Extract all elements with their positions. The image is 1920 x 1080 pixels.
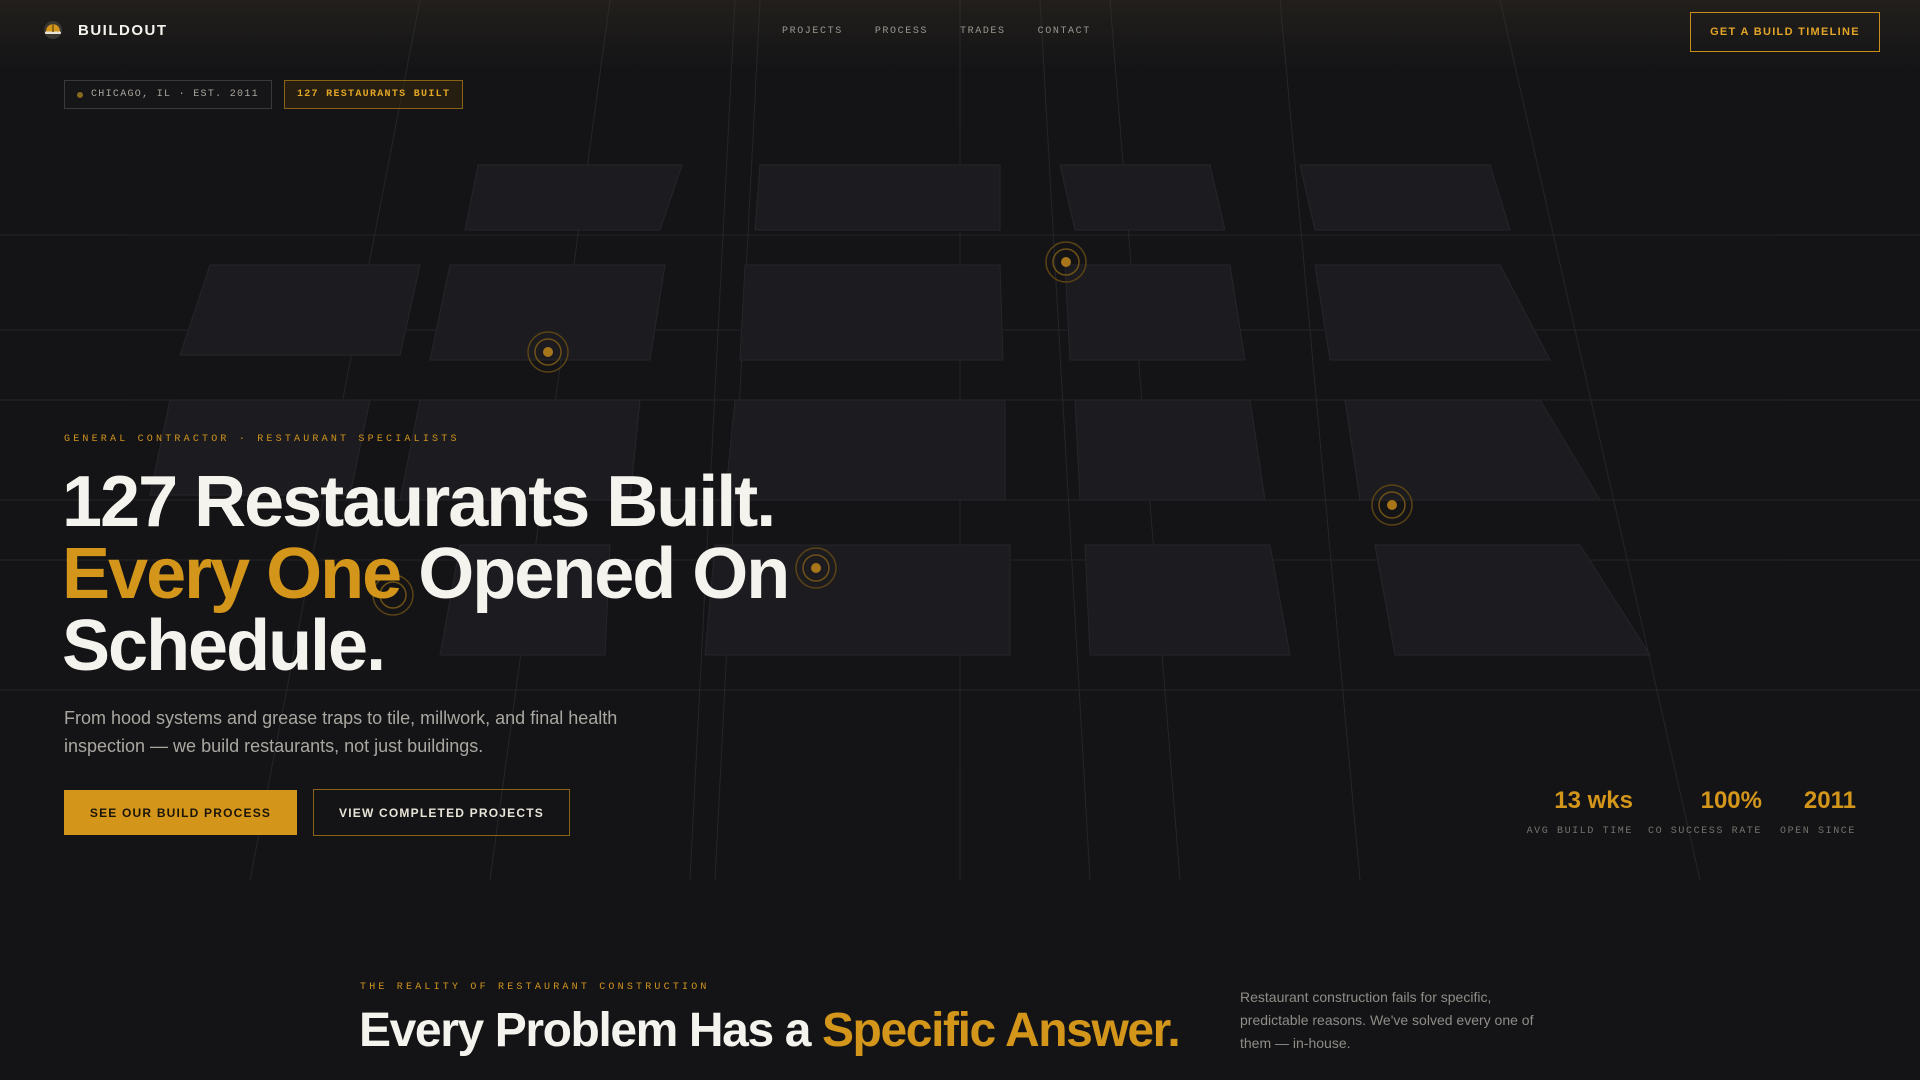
see-build-process-button[interactable]: SEE OUR BUILD PROCESS (64, 790, 297, 835)
brand-name: BUILDOUT (78, 21, 168, 39)
nav-link-process[interactable]: PROCESS (875, 26, 928, 37)
stat-value: 2011 (1803, 787, 1856, 814)
stat-open-since: 2011 OPEN SINCE (1780, 786, 1856, 837)
location-pin-marker-icon (1371, 484, 1413, 526)
nav-link-trades[interactable]: TRADES (960, 26, 1006, 37)
stat-value: 100% (1700, 787, 1762, 814)
get-build-timeline-button[interactable]: GET A BUILD TIMELINE (1690, 12, 1880, 52)
section-description: Restaurant construction fails for specif… (1240, 989, 1534, 1051)
headline-line-1: 127 Restaurants Built. (62, 462, 776, 542)
hero-headline: 127 Restaurants Built. Every One Opened … (62, 466, 962, 682)
section-title: Every Problem Has a Specific Answer. (359, 1004, 1259, 1058)
status-dot-icon (77, 91, 83, 98)
stat-label: CO SUCCESS RATE (1647, 826, 1762, 837)
stat-co-success-rate: 100% CO SUCCESS RATE (1648, 786, 1762, 837)
headline-line-3: Schedule. (62, 606, 386, 686)
headline-line-2: Opened On (400, 534, 790, 614)
stat-label: OPEN SINCE (1779, 826, 1856, 837)
restaurants-count-label: 127 RESTAURANTS BUILT (296, 89, 451, 100)
top-nav: BUILDOUT PROJECTS PROCESS TRADES CONTACT… (0, 0, 1920, 64)
hero-badges: CHICAGO, IL · EST. 2011 127 RESTAURANTS … (64, 80, 464, 109)
location-badge: CHICAGO, IL · EST. 2011 (64, 80, 272, 109)
hard-hat-logo-icon (44, 21, 62, 39)
section-title-start: Every Problem Has a (359, 1004, 822, 1057)
nav-link-contact[interactable]: CONTACT (1038, 26, 1091, 37)
headline-accent: Every One (62, 534, 402, 614)
nav-links: PROJECTS PROCESS TRADES CONTACT (782, 26, 1091, 37)
view-completed-projects-button[interactable]: VIEW COMPLETED PROJECTS (313, 789, 570, 836)
restaurants-count-badge: 127 RESTAURANTS BUILT (283, 80, 464, 109)
stat-label: AVG BUILD TIME (1526, 826, 1633, 837)
location-pin-marker-icon (527, 331, 569, 373)
stat-value: 13 wks (1554, 787, 1633, 814)
location-badge-label: CHICAGO, IL · EST. 2011 (91, 89, 259, 100)
section-eyebrow: THE REALITY OF RESTAURANT CONSTRUCTION (360, 982, 710, 993)
brand-home-link[interactable]: BUILDOUT (42, 19, 168, 41)
hero-eyebrow: GENERAL CONTRACTOR · RESTAURANT SPECIALI… (64, 434, 460, 445)
stat-avg-build-time: 13 wks AVG BUILD TIME (1527, 786, 1633, 837)
nav-link-projects[interactable]: PROJECTS (782, 26, 843, 37)
location-pin-marker-icon (1045, 241, 1087, 283)
hero-subhead: From hood systems and grease traps to ti… (64, 708, 618, 756)
section-title-accent: Specific Answer. (821, 1004, 1181, 1057)
